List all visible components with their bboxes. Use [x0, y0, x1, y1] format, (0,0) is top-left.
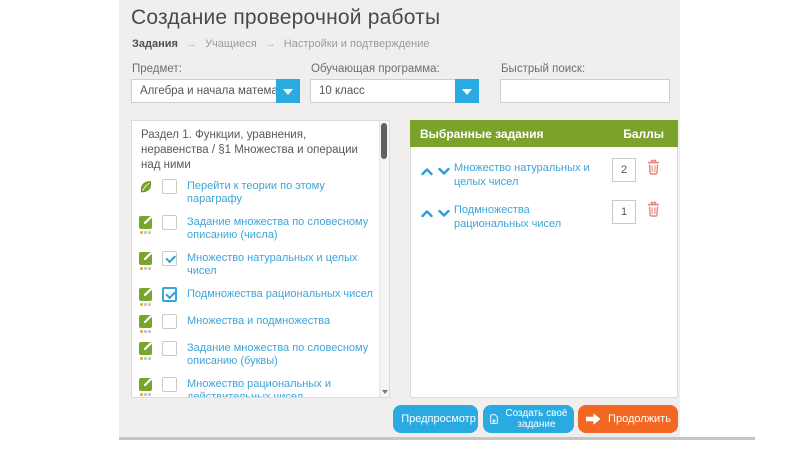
- task-checkbox[interactable]: [162, 179, 177, 194]
- subject-label: Предмет:: [132, 63, 182, 75]
- trash-icon: [648, 201, 659, 217]
- task-list-scrollbar[interactable]: [379, 121, 389, 397]
- task-edit-icon: [139, 378, 152, 391]
- theory-book-icon: [139, 180, 153, 199]
- subject-select[interactable]: Алгебра и начала математич...: [131, 79, 300, 103]
- difficulty-dots: [140, 357, 151, 360]
- task-edit-icon: [139, 342, 152, 355]
- program-select[interactable]: 10 класс: [310, 79, 479, 103]
- page-title: Создание проверочной работы: [131, 6, 441, 29]
- difficulty-dots: [140, 231, 151, 234]
- selected-task-row: Подмножества рациональных чисел: [421, 200, 669, 231]
- task-list-item: Множество натуральных и целых чисел: [139, 251, 389, 278]
- points-column-header: Баллы: [623, 126, 664, 141]
- task-link[interactable]: Задание множества по словесному описанию…: [187, 215, 373, 242]
- trash-icon: [648, 159, 659, 175]
- breadcrumb-step-students[interactable]: Учащиеся: [205, 38, 257, 50]
- program-dropdown-button[interactable]: [455, 79, 479, 103]
- doc-plus-icon: [490, 414, 498, 424]
- difficulty-dots: [140, 303, 151, 306]
- task-edit-icon: [139, 252, 152, 265]
- move-down-icon[interactable]: [438, 163, 450, 181]
- difficulty-dots: [140, 330, 151, 333]
- scrollbar-thumb[interactable]: [381, 123, 387, 159]
- action-buttons-row: Предпросмотр Создать своё задание Продол…: [119, 405, 678, 433]
- difficulty-dots: [140, 393, 151, 396]
- task-list-item: Подмножества рациональных чисел: [139, 287, 389, 306]
- section-title: Раздел 1. Функции, уравнения, неравенств…: [141, 129, 358, 171]
- task-list-panel: Раздел 1. Функции, уравнения, неравенств…: [131, 120, 390, 398]
- selected-tasks-panel: Выбранные задания Баллы Множество натура…: [410, 120, 678, 398]
- difficulty-dots: [140, 267, 151, 270]
- program-label: Обучающая программа:: [311, 63, 440, 75]
- selected-task-row: Множество натуральных и целых чисел: [421, 158, 669, 189]
- points-input[interactable]: [612, 200, 636, 224]
- breadcrumb-arrow-icon: →: [186, 38, 197, 50]
- task-edit-icon: [139, 315, 152, 328]
- create-own-task-button[interactable]: Создать своё задание: [483, 405, 574, 433]
- delete-task-button[interactable]: [647, 159, 660, 178]
- task-list-item: Задание множества по словесному описанию…: [139, 341, 389, 368]
- quick-search-input[interactable]: [500, 79, 670, 103]
- delete-task-button[interactable]: [647, 201, 660, 220]
- task-list-item: Множества и подмножества: [139, 314, 389, 333]
- task-edit-icon: [139, 288, 152, 301]
- task-checkbox[interactable]: [162, 215, 177, 230]
- continue-button[interactable]: Продолжить: [578, 405, 678, 433]
- selected-task-link[interactable]: Подмножества рациональных чисел: [454, 203, 606, 231]
- program-select-value: 10 класс: [319, 85, 365, 97]
- subject-dropdown-button[interactable]: [276, 79, 300, 103]
- quick-search-label: Быстрый поиск:: [501, 63, 586, 75]
- selected-task-link[interactable]: Множество натуральных и целых чисел: [454, 161, 606, 189]
- move-down-icon[interactable]: [438, 205, 450, 223]
- task-link[interactable]: Множество натуральных и целых чисел: [187, 251, 373, 278]
- arrow-right-icon: [586, 413, 601, 425]
- breadcrumb-step-settings[interactable]: Настройки и подтверждение: [284, 38, 430, 50]
- task-link[interactable]: Множество рациональных и действительных …: [187, 377, 373, 397]
- breadcrumb-arrow-icon: →: [264, 38, 276, 50]
- continue-button-label: Продолжить: [608, 413, 671, 425]
- move-up-icon[interactable]: [421, 163, 433, 181]
- subject-select-value: Алгебра и начала математич...: [140, 85, 276, 97]
- task-list-item: Задание множества по словесному описанию…: [139, 215, 389, 242]
- task-link[interactable]: Множества и подмножества: [187, 314, 330, 328]
- app-container: Создание проверочной работы Задания → Уч…: [119, 0, 755, 440]
- selected-panel-header: Выбранные задания Баллы: [410, 120, 678, 147]
- task-checkbox[interactable]: [162, 287, 177, 302]
- task-list: Перейти к теории по этому параграфу Зада…: [132, 179, 389, 397]
- task-checkbox[interactable]: [162, 341, 177, 356]
- task-link[interactable]: Задание множества по словесному описанию…: [187, 341, 373, 368]
- task-list-item: Множество рациональных и действительных …: [139, 377, 389, 397]
- selected-panel-title: Выбранные задания: [420, 126, 544, 141]
- create-own-task-button-label: Создать своё задание: [505, 408, 568, 430]
- move-up-icon[interactable]: [421, 205, 433, 223]
- scrollbar-down-arrow-icon[interactable]: [382, 390, 388, 394]
- task-checkbox[interactable]: [162, 314, 177, 329]
- task-checkbox[interactable]: [162, 251, 177, 266]
- breadcrumb: Задания → Учащиеся → Настройки и подтвер…: [132, 38, 429, 50]
- task-checkbox[interactable]: [162, 377, 177, 392]
- task-edit-icon: [139, 216, 152, 229]
- preview-button[interactable]: Предпросмотр: [393, 405, 478, 433]
- task-link[interactable]: Перейти к теории по этому параграфу: [187, 179, 373, 206]
- selected-rows: Множество натуральных и целых чисел Подм…: [411, 147, 677, 231]
- task-list-item: Перейти к теории по этому параграфу: [139, 179, 389, 206]
- task-link[interactable]: Подмножества рациональных чисел: [187, 287, 373, 301]
- breadcrumb-step-tasks[interactable]: Задания: [132, 38, 178, 50]
- preview-button-label: Предпросмотр: [401, 413, 476, 425]
- points-input[interactable]: [612, 158, 636, 182]
- create-test-panel: Создание проверочной работы Задания → Уч…: [119, 0, 680, 437]
